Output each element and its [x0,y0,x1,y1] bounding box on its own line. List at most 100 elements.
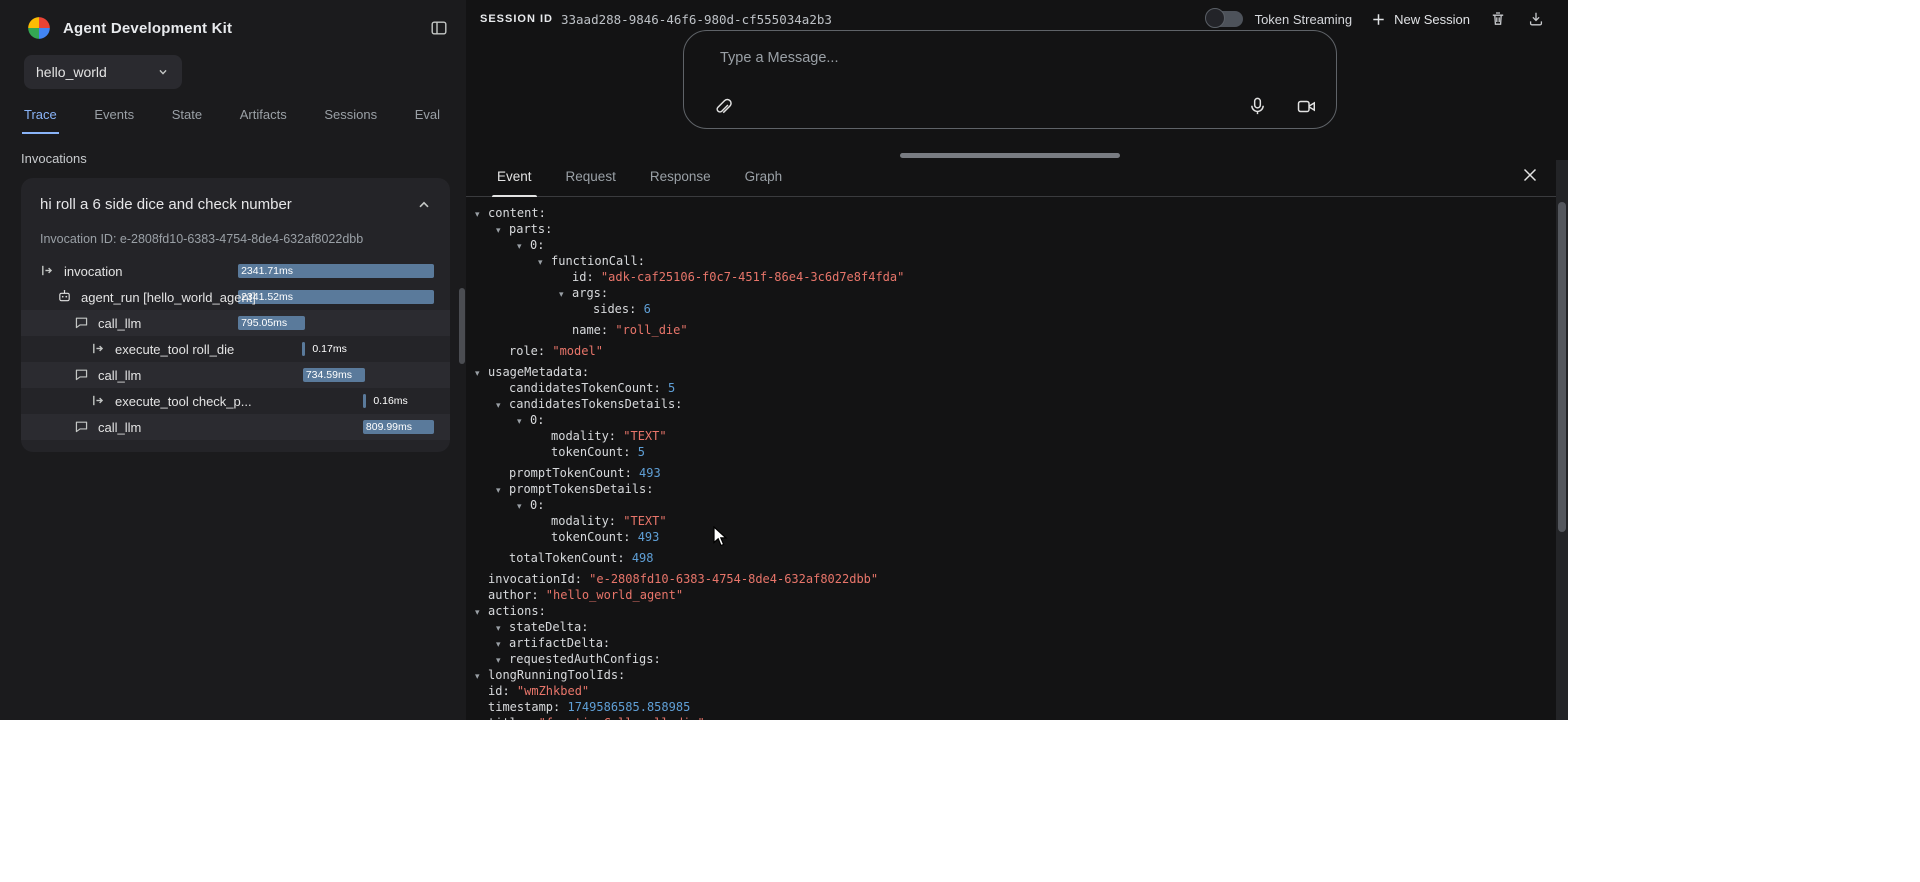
trace-row-call-llm[interactable]: call_llm809.99ms [21,414,450,440]
json-line-longRunningToolIds: ▾longRunningToolIds: [466,667,1556,683]
invocation-card: hi roll a 6 side dice and check number I… [21,178,450,452]
trace-span-label: execute_tool check_p... [115,394,252,409]
trace-row-invocation[interactable]: invocation2341.71ms [21,258,450,284]
microphone-button[interactable] [1246,96,1268,118]
json-key: content: [488,206,546,220]
trace-row-execute-tool-roll-die[interactable]: execute_tool roll_die0.17ms [21,336,450,362]
tab-artifacts[interactable]: Artifacts [238,103,289,134]
plus-icon [1370,11,1387,28]
json-key: id: [488,684,510,698]
trace-row-agent-run-hello-world-agent[interactable]: agent_run [hello_world_agent]2341.52ms [21,284,450,310]
json-value: "model" [545,344,603,358]
message-input[interactable] [718,49,1138,67]
json-key: sides: [593,302,636,316]
json-line-candidatesTokenCount: candidatesTokenCount: 5 [466,380,1556,396]
json-line-title: title: "functionCall:roll_die" [466,715,1556,720]
tab-request[interactable]: Request [549,169,633,196]
trace-duration-label: 795.05ms [241,310,287,336]
json-key: 0: [530,238,544,252]
toggle-thumb [1205,8,1225,28]
json-key: id: [572,270,594,284]
trace-duration-label: 2341.52ms [241,284,293,310]
collapse-arrow-icon[interactable]: ▾ [475,366,488,382]
chevron-up-icon[interactable] [416,197,432,213]
json-value: 498 [625,551,654,565]
camera-button[interactable] [1295,96,1317,118]
json-value: 493 [632,466,661,480]
sidebar-scrollbar-thumb[interactable] [459,288,465,364]
collapse-arrow-icon[interactable]: ▾ [517,499,530,515]
json-key: timestamp: [488,700,560,714]
trace-duration-label: 0.16ms [373,388,407,414]
panel-resize-handle[interactable] [900,153,1120,158]
agent-select-dropdown[interactable]: hello_world [24,55,182,89]
invocation-card-header[interactable]: hi roll a 6 side dice and check number [21,196,450,213]
detail-scrollbar-track[interactable] [1556,160,1568,720]
agent-select-value: hello_world [36,64,107,80]
collapse-arrow-icon[interactable]: ▾ [475,605,488,621]
json-line-actions: ▾actions: [466,603,1556,619]
json-line-totalTokenCount: totalTokenCount: 498 [466,550,1556,566]
collapse-arrow-icon[interactable]: ▾ [559,287,572,303]
json-value: 5 [661,381,675,395]
json-value: "wmZhkbed" [510,684,589,698]
json-line-0: ▾0: [466,497,1556,513]
close-icon [1520,165,1540,185]
collapse-sidebar-button[interactable] [428,17,450,39]
json-key: 0: [530,413,544,427]
trace-duration-label: 2341.71ms [241,258,293,284]
trace-row-call-llm[interactable]: call_llm795.05ms [21,310,450,336]
trace-tree: invocation2341.71msagent_run [hello_worl… [21,258,450,440]
delete-session-button[interactable] [1488,9,1508,29]
json-line-id: id: "adk-caf25106-f0c7-451f-86e4-3c6d7e8… [466,269,1556,285]
json-key: tokenCount: [551,445,630,459]
sidebar-header: Agent Development Kit [0,0,466,49]
trash-icon [1489,10,1507,28]
json-line-tokenCount: tokenCount: 493 [466,529,1556,545]
json-value: "TEXT" [616,514,667,528]
trace-span-label: agent_run [hello_world_agent] [81,290,256,305]
tab-event[interactable]: Event [480,169,549,196]
trace-row-execute-tool-check-p[interactable]: execute_tool check_p... 0.16ms [21,388,450,414]
tab-state[interactable]: State [170,103,204,134]
json-key: promptTokensDetails: [509,482,654,496]
trace-duration-bar [363,394,366,408]
export-session-button[interactable] [1526,9,1546,29]
token-streaming-toggle[interactable] [1207,11,1243,27]
json-key: candidatesTokensDetails: [509,397,682,411]
json-key: stateDelta: [509,620,588,634]
tab-response[interactable]: Response [633,169,728,196]
json-line-timestamp: timestamp: 1749586585.858985 [466,699,1556,715]
json-line-artifactDelta: ▾artifactDelta: [466,635,1556,651]
collapse-arrow-icon[interactable]: ▾ [538,255,551,271]
close-detail-button[interactable] [1520,165,1540,185]
json-value: "functionCall:roll_die" [531,716,704,720]
json-key: name: [572,323,608,337]
sidebar: Agent Development Kit hello_world Trace … [0,0,466,720]
collapse-arrow-icon[interactable]: ▾ [475,207,488,223]
tab-sessions[interactable]: Sessions [322,103,379,134]
token-streaming-toggle-group: Token Streaming [1207,11,1353,27]
tab-graph[interactable]: Graph [728,169,800,196]
collapse-arrow-icon[interactable]: ▾ [496,483,509,499]
attach-file-button[interactable] [711,96,733,118]
trace-row-call-llm[interactable]: call_llm734.59ms [21,362,450,388]
collapse-arrow-icon[interactable]: ▾ [496,398,509,414]
tab-trace[interactable]: Trace [22,103,59,134]
json-key: usageMetadata: [488,365,589,379]
json-key: role: [509,344,545,358]
detail-scrollbar-thumb[interactable] [1558,202,1566,532]
collapse-arrow-icon[interactable]: ▾ [517,414,530,430]
json-key: title: [488,716,531,720]
robot-icon [57,289,73,305]
json-key: tokenCount: [551,530,630,544]
new-session-label: New Session [1394,12,1470,27]
collapse-arrow-icon[interactable]: ▾ [496,223,509,239]
json-key: promptTokenCount: [509,466,632,480]
tab-eval[interactable]: Eval [413,103,442,134]
new-session-button[interactable]: New Session [1370,11,1470,28]
main-panel: SESSION ID 33aad288-9846-46f6-980d-cf555… [466,0,1568,720]
json-line-promptTokenCount: promptTokenCount: 493 [466,465,1556,481]
collapse-arrow-icon[interactable]: ▾ [517,239,530,255]
tab-events[interactable]: Events [92,103,136,134]
